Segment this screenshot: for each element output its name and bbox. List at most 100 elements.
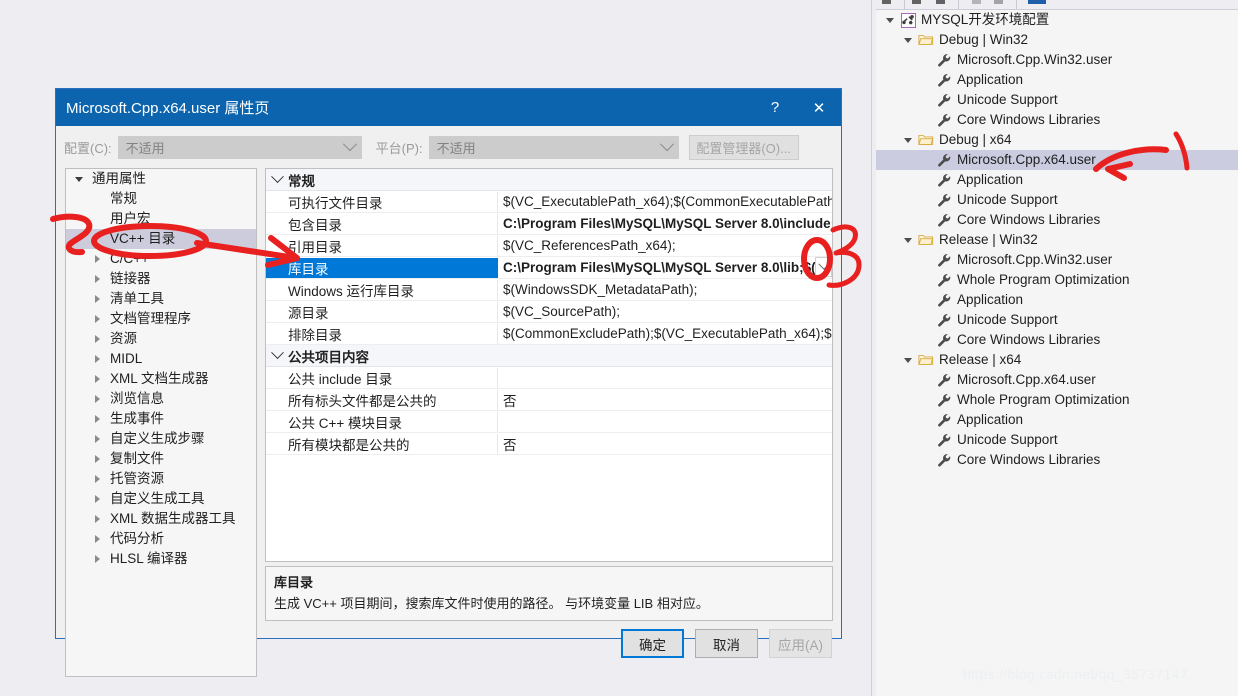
property-tree-item[interactable]: Unicode Support [876, 430, 1238, 450]
cancel-button[interactable]: 取消 [695, 629, 758, 658]
property-group-header[interactable]: 常规 [266, 169, 832, 191]
property-tree-item[interactable]: Core Windows Libraries [876, 110, 1238, 130]
property-value-dropdown-icon[interactable] [815, 257, 832, 277]
expander-closed-icon[interactable] [90, 349, 104, 369]
property-row[interactable]: 所有模块都是公共的否 [266, 433, 832, 455]
expander-open-icon[interactable] [900, 230, 916, 250]
property-value[interactable]: C:\Program Files\MySQL\MySQL Server 8.0\… [498, 216, 832, 231]
property-manager-tree[interactable]: MYSQL开发环境配置 Debug | Win32 Microsoft.Cpp.Wi… [876, 9, 1238, 696]
close-icon[interactable]: ✕ [797, 89, 841, 126]
expander-closed-icon[interactable] [90, 489, 104, 509]
dialog-category-item[interactable]: 通用属性 [66, 169, 256, 189]
expander-open-icon[interactable] [900, 30, 916, 50]
expander-open-icon[interactable] [72, 169, 86, 189]
dialog-category-item[interactable]: C/C++ [66, 249, 256, 269]
dialog-category-item[interactable]: 自定义生成步骤 [66, 429, 256, 449]
expander-closed-icon[interactable] [90, 329, 104, 349]
toolbar-icon-6[interactable] [1028, 0, 1046, 4]
property-tree-item[interactable]: Whole Program Optimization [876, 270, 1238, 290]
property-tree-item[interactable]: Unicode Support [876, 310, 1238, 330]
property-tree-item[interactable]: MYSQL开发环境配置 [876, 10, 1238, 30]
property-row[interactable]: 公共 include 目录 [266, 367, 832, 389]
dialog-category-item[interactable]: HLSL 编译器 [66, 549, 256, 569]
property-row[interactable]: 源目录 $(VC_SourcePath); [266, 301, 832, 323]
dialog-category-item[interactable]: 代码分析 [66, 529, 256, 549]
property-row[interactable]: Windows 运行库目录 $(WindowsSDK_MetadataPath); [266, 279, 832, 301]
property-tree-item[interactable]: Unicode Support [876, 90, 1238, 110]
dialog-category-item[interactable]: 用户宏 [66, 209, 256, 229]
property-tree-item[interactable]: Release | x64 [876, 350, 1238, 370]
dialog-category-item[interactable]: 自定义生成工具 [66, 489, 256, 509]
configuration-dropdown[interactable]: 不适用 [117, 135, 362, 159]
chevron-down-icon[interactable] [266, 346, 288, 360]
property-row[interactable]: 公共 C++ 模块目录 [266, 411, 832, 433]
property-tree-item[interactable]: Application [876, 170, 1238, 190]
property-value[interactable]: 否 [498, 434, 832, 454]
dialog-category-item[interactable]: 复制文件 [66, 449, 256, 469]
configuration-manager-button[interactable]: 配置管理器(O)... [688, 134, 799, 160]
expander-closed-icon[interactable] [90, 549, 104, 569]
expander-closed-icon[interactable] [90, 469, 104, 489]
expander-closed-icon[interactable] [90, 369, 104, 389]
property-tree-item[interactable]: Core Windows Libraries [876, 210, 1238, 230]
platform-dropdown[interactable]: 不适用 [428, 135, 679, 159]
property-tree-item[interactable]: Unicode Support [876, 190, 1238, 210]
property-tree-item[interactable]: Microsoft.Cpp.x64.user [876, 370, 1238, 390]
property-value[interactable]: $(WindowsSDK_MetadataPath); [498, 282, 832, 297]
property-row[interactable]: 包含目录 C:\Program Files\MySQL\MySQL Server … [266, 213, 832, 235]
property-tree-item[interactable]: Application [876, 410, 1238, 430]
dialog-category-item[interactable]: 链接器 [66, 269, 256, 289]
expander-closed-icon[interactable] [90, 289, 104, 309]
property-group-header[interactable]: 公共项目内容 [266, 345, 832, 367]
dialog-category-item[interactable]: XML 数据生成器工具 [66, 509, 256, 529]
toolbar-icon-3[interactable] [936, 0, 945, 4]
expander-closed-icon[interactable] [90, 429, 104, 449]
dialog-category-item[interactable]: VC++ 目录 [66, 229, 256, 249]
expander-open-icon[interactable] [900, 350, 916, 370]
toolbar-icon-1[interactable] [882, 0, 891, 4]
dialog-category-item[interactable]: 资源 [66, 329, 256, 349]
expander-closed-icon[interactable] [90, 309, 104, 329]
property-row[interactable]: 所有标头文件都是公共的否 [266, 389, 832, 411]
property-tree-item[interactable]: Core Windows Libraries [876, 450, 1238, 470]
expander-closed-icon[interactable] [90, 509, 104, 529]
toolbar-icon-5[interactable] [994, 0, 1003, 4]
property-tree-item[interactable]: Microsoft.Cpp.Win32.user [876, 50, 1238, 70]
property-row[interactable]: 引用目录 $(VC_ReferencesPath_x64); [266, 235, 832, 257]
dialog-category-item[interactable]: 生成事件 [66, 409, 256, 429]
property-tree-item[interactable]: Core Windows Libraries [876, 330, 1238, 350]
expander-closed-icon[interactable] [90, 249, 104, 269]
property-value[interactable]: C:\Program Files\MySQL\MySQL Server 8.0\… [498, 260, 832, 275]
property-tree-item[interactable]: Application [876, 70, 1238, 90]
property-value[interactable]: $(VC_SourcePath); [498, 304, 832, 319]
expander-closed-icon[interactable] [90, 529, 104, 549]
property-value[interactable]: 否 [498, 390, 832, 410]
dialog-category-item[interactable]: 文档管理程序 [66, 309, 256, 329]
dialog-category-item[interactable]: 浏览信息 [66, 389, 256, 409]
expander-closed-icon[interactable] [90, 449, 104, 469]
property-tree-item[interactable]: Application [876, 290, 1238, 310]
dialog-category-item[interactable]: 清单工具 [66, 289, 256, 309]
property-row[interactable]: 可执行文件目录 $(VC_ExecutablePath_x64);$(Common… [266, 191, 832, 213]
property-value[interactable]: $(VC_ReferencesPath_x64); [498, 238, 832, 253]
dialog-category-item[interactable]: XML 文档生成器 [66, 369, 256, 389]
property-row[interactable]: 库目录 C:\Program Files\MySQL\MySQL Server 8… [266, 257, 832, 279]
property-tree-item[interactable]: Whole Program Optimization [876, 390, 1238, 410]
property-grid[interactable]: 常规 可执行文件目录 $(VC_ExecutablePath_x64);$(Comm… [265, 168, 833, 562]
expander-open-icon[interactable] [900, 130, 916, 150]
property-value[interactable]: $(VC_ExecutablePath_x64);$(CommonExecuta… [498, 194, 832, 209]
dialog-category-item[interactable]: MIDL [66, 349, 256, 369]
dialog-category-item[interactable]: 托管资源 [66, 469, 256, 489]
chevron-down-icon[interactable] [266, 170, 288, 184]
property-tree-item[interactable]: Release | Win32 [876, 230, 1238, 250]
property-tree-item[interactable]: Microsoft.Cpp.Win32.user [876, 250, 1238, 270]
expander-closed-icon[interactable] [90, 389, 104, 409]
apply-button[interactable]: 应用(A) [769, 629, 832, 658]
dialog-category-item[interactable]: 常规 [66, 189, 256, 209]
property-tree-item[interactable]: Debug | x64 [876, 130, 1238, 150]
expander-closed-icon[interactable] [90, 269, 104, 289]
property-tree-item[interactable]: Debug | Win32 [876, 30, 1238, 50]
property-tree-item[interactable]: Microsoft.Cpp.x64.user [876, 150, 1238, 170]
ok-button[interactable]: 确定 [621, 629, 684, 658]
toolbar-icon-2[interactable] [912, 0, 921, 4]
